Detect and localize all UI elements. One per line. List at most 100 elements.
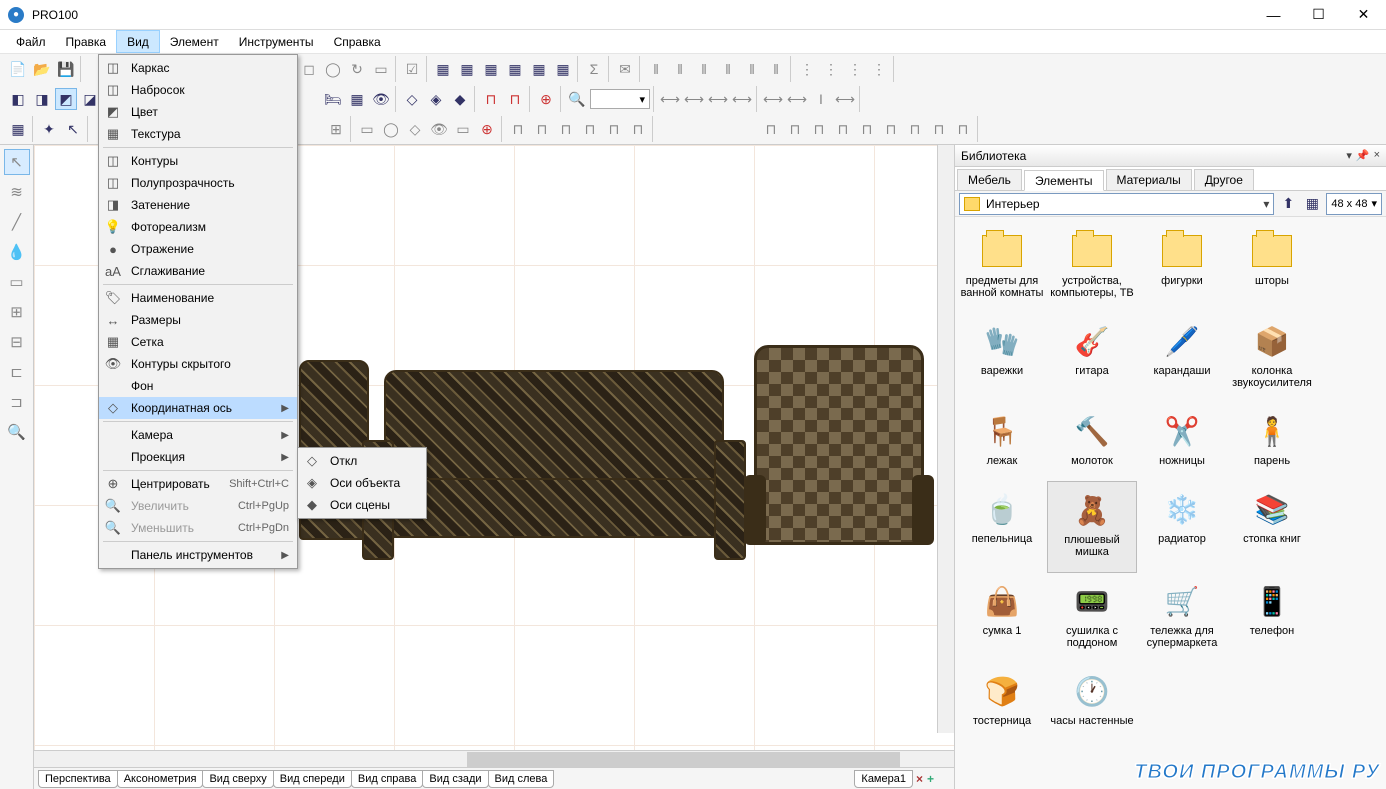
line-tool-icon[interactable]: ╱ xyxy=(4,209,30,235)
dim-icon[interactable]: ⟷ xyxy=(731,88,753,110)
lib-item[interactable]: ✂️ножницы xyxy=(1137,403,1227,481)
view-tab-Вид сверху[interactable]: Вид сверху xyxy=(202,770,273,788)
new-file-icon[interactable]: 📄 xyxy=(7,58,29,80)
diamond-icon[interactable]: ◈ xyxy=(425,88,447,110)
lib-item[interactable]: 🖊️карандаши xyxy=(1137,313,1227,403)
menu-item-Цвет[interactable]: ◩Цвет xyxy=(99,101,297,123)
menu-item-Размеры[interactable]: ↔Размеры xyxy=(99,309,297,331)
menu-item-Контуры[interactable]: ◫Контуры xyxy=(99,150,297,172)
op-icon[interactable]: ⊓ xyxy=(507,118,529,140)
lib-item[interactable]: 🍞тостерница xyxy=(957,663,1047,741)
close-tab-icon[interactable]: × xyxy=(916,772,923,786)
cube-icon[interactable]: ◧ xyxy=(7,88,29,110)
op-icon[interactable]: ⊓ xyxy=(928,118,950,140)
menu-Файл[interactable]: Файл xyxy=(6,30,56,53)
align-icon[interactable]: ‖ xyxy=(693,58,715,80)
menu-item-Отражение[interactable]: ●Отражение xyxy=(99,238,297,260)
shape-icon[interactable]: ◯ xyxy=(380,118,402,140)
sigma-icon[interactable]: Σ xyxy=(583,58,605,80)
select-tool-icon[interactable]: ↖ xyxy=(4,149,30,175)
lib-tab-Другое[interactable]: Другое xyxy=(1194,169,1254,190)
dropper-tool-icon[interactable]: 💧 xyxy=(4,239,30,265)
op-icon[interactable]: ⊓ xyxy=(531,118,553,140)
tool-icon[interactable]: ⊞ xyxy=(4,299,30,325)
lib-item[interactable]: 🎸гитара xyxy=(1047,313,1137,403)
lib-item[interactable]: ❄️радиатор xyxy=(1137,481,1227,573)
lib-item[interactable]: 🪑лежак xyxy=(957,403,1047,481)
view-tab-Вид слева[interactable]: Вид слева xyxy=(488,770,555,788)
maximize-button[interactable]: ☐ xyxy=(1296,0,1341,30)
layout1-icon[interactable]: ▦ xyxy=(432,58,454,80)
pin-icon[interactable]: 📌 xyxy=(1356,149,1370,162)
sphere-icon[interactable]: ◯ xyxy=(322,58,344,80)
view-tab-Вид сзади[interactable]: Вид сзади xyxy=(422,770,488,788)
rect-tool-icon[interactable]: ▭ xyxy=(4,269,30,295)
diamond-icon[interactable]: ◇ xyxy=(401,88,423,110)
submenu-item-Оси объекта[interactable]: ◈Оси объекта xyxy=(298,472,426,494)
view-tab-Аксонометрия[interactable]: Аксонометрия xyxy=(117,770,204,788)
snap-icon[interactable]: ▦ xyxy=(7,118,29,140)
lib-tab-Материалы[interactable]: Материалы xyxy=(1106,169,1192,190)
menu-item-Текстура[interactable]: ▦Текстура xyxy=(99,123,297,145)
bed-icon[interactable]: 🛏 xyxy=(322,88,344,110)
lib-tab-Мебель[interactable]: Мебель xyxy=(957,169,1022,190)
op-icon[interactable]: ⊓ xyxy=(880,118,902,140)
menu-item-Проекция[interactable]: Проекция▶ xyxy=(99,446,297,468)
shape-icon[interactable]: ◇ xyxy=(404,118,426,140)
shape-icon[interactable]: ▭ xyxy=(452,118,474,140)
menu-item-Сглаживание[interactable]: aAСглаживание xyxy=(99,260,297,282)
dim-icon[interactable]: ⟷ xyxy=(707,88,729,110)
magnet-icon[interactable]: ⊓ xyxy=(504,88,526,110)
op-icon[interactable]: ⊓ xyxy=(856,118,878,140)
menu-item-Набросок[interactable]: ◫Набросок xyxy=(99,79,297,101)
lib-item[interactable]: 🍵пепельница xyxy=(957,481,1047,573)
group-icon[interactable]: ⊞ xyxy=(325,118,347,140)
lib-item[interactable]: 📟сушилка с поддоном xyxy=(1047,573,1137,663)
lib-item[interactable]: шторы xyxy=(1227,223,1317,313)
close-panel-icon[interactable]: × xyxy=(1374,149,1380,162)
zoom-combo[interactable]: ▾ xyxy=(590,89,650,109)
dim-icon[interactable]: ⟷ xyxy=(834,88,856,110)
menu-Вид[interactable]: Вид xyxy=(116,30,160,53)
dropdown-icon[interactable]: ▾ xyxy=(1346,149,1352,162)
shape-icon[interactable]: 👁 xyxy=(428,118,450,140)
op-icon[interactable]: ⊓ xyxy=(808,118,830,140)
menu-item-Затенение[interactable]: ◨Затенение xyxy=(99,194,297,216)
refresh-icon[interactable]: ↻ xyxy=(346,58,368,80)
camera-tab[interactable]: Камера1 xyxy=(854,770,913,788)
layout5-icon[interactable]: ▦ xyxy=(528,58,550,80)
eye-icon[interactable]: 👁 xyxy=(370,88,392,110)
submenu-item-Оси сцены[interactable]: ◆Оси сцены xyxy=(298,494,426,516)
menu-item-Фотореализм[interactable]: 💡Фотореализм xyxy=(99,216,297,238)
menu-item-Фон[interactable]: Фон xyxy=(99,375,297,397)
op-icon[interactable]: ⊓ xyxy=(784,118,806,140)
library-path-combo[interactable]: Интерьер ▾ xyxy=(959,193,1274,215)
layout3-icon[interactable]: ▦ xyxy=(480,58,502,80)
lib-tab-Элементы[interactable]: Элементы xyxy=(1024,170,1104,191)
thumb-size-selector[interactable]: 48 x 48▾ xyxy=(1326,193,1382,215)
cube-icon[interactable]: ◨ xyxy=(31,88,53,110)
up-folder-icon[interactable]: ⬆ xyxy=(1278,193,1298,215)
menu-Элемент[interactable]: Элемент xyxy=(160,30,229,53)
tool-icon[interactable]: ⊟ xyxy=(4,329,30,355)
menu-item-Сетка[interactable]: ▦Сетка xyxy=(99,331,297,353)
target-icon[interactable]: ⊕ xyxy=(535,88,557,110)
view-tab-Вид спереди[interactable]: Вид спереди xyxy=(273,770,352,788)
menu-item-Координатная ось[interactable]: ◇Координатная ось▶ xyxy=(99,397,297,419)
menu-item-Полупрозрачность[interactable]: ◫Полупрозрачность xyxy=(99,172,297,194)
layout2-icon[interactable]: ▦ xyxy=(456,58,478,80)
zoom-tool-icon[interactable]: 🔍 xyxy=(4,419,30,445)
align-icon[interactable]: ‖ xyxy=(765,58,787,80)
zoom-icon[interactable]: 🔍 xyxy=(566,88,588,110)
op-icon[interactable]: ⊓ xyxy=(579,118,601,140)
lib-item[interactable]: 🕐часы настенные xyxy=(1047,663,1137,741)
lib-item[interactable]: 👜сумка 1 xyxy=(957,573,1047,663)
cube-icon[interactable]: ◩ xyxy=(55,88,77,110)
lib-item[interactable]: 🧍парень xyxy=(1227,403,1317,481)
submenu-item-Откл[interactable]: ◇Откл xyxy=(298,450,426,472)
image-icon[interactable]: ▭ xyxy=(370,58,392,80)
add-tab-icon[interactable]: + xyxy=(927,772,934,786)
measure-tool-icon[interactable]: ≋ xyxy=(4,179,30,205)
dim-icon[interactable]: ⟷ xyxy=(683,88,705,110)
op-icon[interactable]: ⊓ xyxy=(627,118,649,140)
